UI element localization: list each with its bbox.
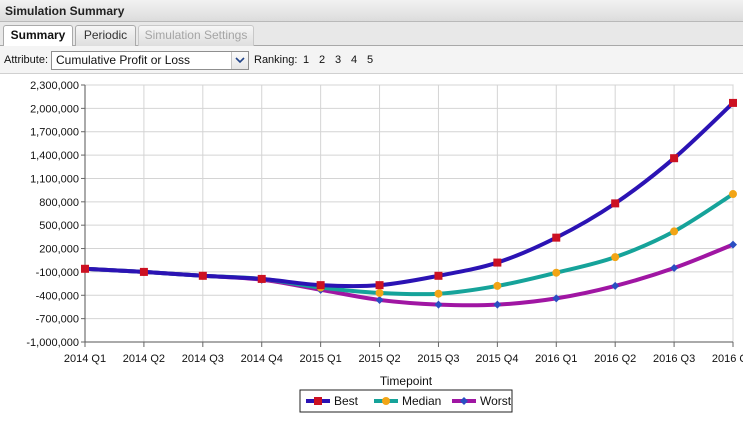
ranking-option-1[interactable]: 1 [303,54,309,66]
chart-legend: Best Median Worst [299,389,513,413]
y-tick-label: -700,000 [36,314,79,326]
y-tick-label: -100,000 [36,267,79,279]
y-tick-label: 1,100,000 [30,173,79,185]
y-tick-label: -1,000,000 [26,337,79,349]
data-point-best [434,271,443,280]
data-point-best [198,271,207,280]
data-point-best [375,281,384,290]
ranking-option-2[interactable]: 2 [319,54,325,66]
x-tick-label: 2014 Q1 [64,353,106,365]
x-tick-label: 2016 Q1 [535,353,577,365]
data-point-worst [611,281,620,290]
data-point-worst [434,300,443,309]
attribute-toolbar: Attribute: Cumulative Profit or Loss Ran… [0,46,743,74]
y-tick-label: 2,000,000 [30,103,79,115]
data-point-median [375,288,384,297]
data-point-median [552,268,561,277]
legend-label-best: Best [334,394,359,408]
legend-marker-median [382,397,390,405]
chart-series [81,98,737,309]
data-point-best [552,233,561,242]
x-tick-label: 2016 Q3 [653,353,695,365]
data-point-median [729,190,737,199]
y-tick-label: 2,300,000 [30,80,79,92]
x-tick-label: 2015 Q4 [476,353,518,365]
data-point-median [493,281,502,290]
ranking-option-3[interactable]: 3 [335,54,341,66]
data-point-best [611,199,620,208]
tab-simulation-settings: Simulation Settings [138,25,254,46]
legend-label-worst: Worst [480,394,512,408]
data-point-best [729,98,737,107]
data-point-best [316,281,325,290]
legend-marker-best [314,397,322,405]
data-point-best [670,154,679,163]
tab-periodic[interactable]: Periodic [75,25,136,46]
data-point-median [670,227,679,236]
data-point-median [611,253,620,262]
y-tick-label: 500,000 [39,220,79,232]
x-tick-label: 2015 Q3 [417,353,459,365]
window-title: Simulation Summary [5,4,125,18]
ranking-option-4[interactable]: 4 [351,54,357,66]
x-tick-label: 2015 Q2 [358,353,400,365]
x-tick-label: 2014 Q3 [182,353,224,365]
legend-label-median: Median [402,394,441,408]
series-best [81,98,737,290]
data-point-worst [493,300,502,309]
y-tick-label: 1,700,000 [30,127,79,139]
chevron-down-icon[interactable] [231,52,248,69]
x-tick-label: 2014 Q4 [241,353,283,365]
attribute-label: Attribute: [4,54,49,66]
y-axis-ticks: -1,000,000 -700,000 -400,000 -100,000 200,00… [26,80,85,349]
x-tick-label: 2015 Q1 [300,353,342,365]
y-tick-label: 1,400,000 [30,150,79,162]
window-titlebar: Simulation Summary [0,0,743,22]
data-point-best [257,274,266,283]
ranking-label: Ranking: [254,54,298,66]
x-tick-label: 2016 Q2 [594,353,636,365]
data-point-worst [375,295,384,304]
y-tick-label: 200,000 [39,244,79,256]
x-axis-label: Timepoint [380,374,433,388]
tab-summary[interactable]: Summary [3,25,73,47]
chart-area: -1,000,000 -700,000 -400,000 -100,000 200,00… [0,74,743,425]
line-chart: -1,000,000 -700,000 -400,000 -100,000 200,00… [26,80,743,413]
data-point-best [81,264,89,273]
tab-strip: Summary Periodic Simulation Settings [0,22,743,47]
y-tick-label: -400,000 [36,290,79,302]
attribute-select-value: Cumulative Profit or Loss [56,53,191,67]
series-line-best [84,101,735,289]
x-tick-label: 2014 Q2 [123,353,165,365]
ranking-option-5[interactable]: 5 [367,54,373,66]
attribute-select[interactable]: Cumulative Profit or Loss [51,51,249,70]
data-point-best [493,258,502,267]
x-axis-ticks: 2014 Q1 2014 Q2 2014 Q3 2014 Q4 2015 Q1 2015 … [64,342,743,365]
data-point-median [434,289,443,298]
y-tick-label: 800,000 [39,197,79,209]
x-tick-label: 2016 Q4 [712,353,743,365]
data-point-best [139,267,148,276]
